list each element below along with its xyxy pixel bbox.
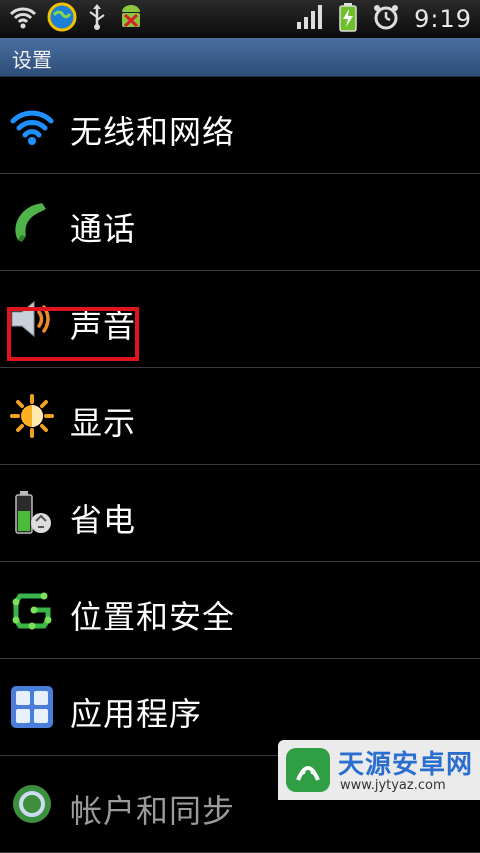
status-icons-right: 9:19: [296, 3, 472, 35]
brightness-icon: [10, 394, 54, 438]
settings-item-label: 位置和安全: [70, 598, 236, 636]
watermark-title: 天源安卓网: [338, 750, 474, 780]
watermark-logo-icon: [284, 746, 332, 794]
wifi-icon: [10, 103, 54, 147]
settings-item-wireless[interactable]: 无线和网络: [0, 77, 480, 174]
settings-list: 无线和网络 通话 声音 显示 省电 位置和安全 应用程序 帐户和同步: [0, 77, 480, 853]
settings-item-label: 通话: [70, 210, 137, 248]
settings-item-label: 应用程序: [70, 695, 203, 733]
watermark-url: www.jytyaz.com: [340, 778, 446, 793]
clock-time: 9:19: [414, 5, 472, 33]
settings-item-display[interactable]: 显示: [0, 368, 480, 465]
battery-charging-icon: [338, 2, 358, 36]
settings-item-label: 无线和网络: [70, 113, 236, 151]
highlight-box: [7, 307, 139, 361]
apps-grid-icon: [10, 685, 54, 729]
phone-icon: [10, 200, 54, 244]
settings-item-power-saving[interactable]: 省电: [0, 465, 480, 562]
settings-item-label: 帐户和同步: [70, 792, 236, 830]
android-debug-icon: [116, 2, 146, 36]
usb-icon: [86, 3, 108, 35]
page-title: 设置: [12, 48, 52, 72]
signal-icon: [296, 4, 324, 34]
watermark: 天源安卓网 www.jytyaz.com: [278, 740, 480, 800]
title-bar: 设置: [0, 38, 480, 77]
location-security-icon: [10, 588, 54, 632]
status-icons-left: [8, 1, 146, 37]
status-bar: 9:19: [0, 0, 480, 38]
settings-item-label: 省电: [70, 501, 137, 539]
settings-item-call[interactable]: 通话: [0, 174, 480, 271]
wifi-icon: [8, 4, 38, 34]
settings-item-location-security[interactable]: 位置和安全: [0, 562, 480, 659]
browser-globe-icon: [46, 1, 78, 37]
battery-recycle-icon: [10, 491, 54, 535]
settings-item-label: 显示: [70, 404, 137, 442]
sync-icon: [10, 782, 54, 826]
alarm-icon: [372, 3, 400, 35]
